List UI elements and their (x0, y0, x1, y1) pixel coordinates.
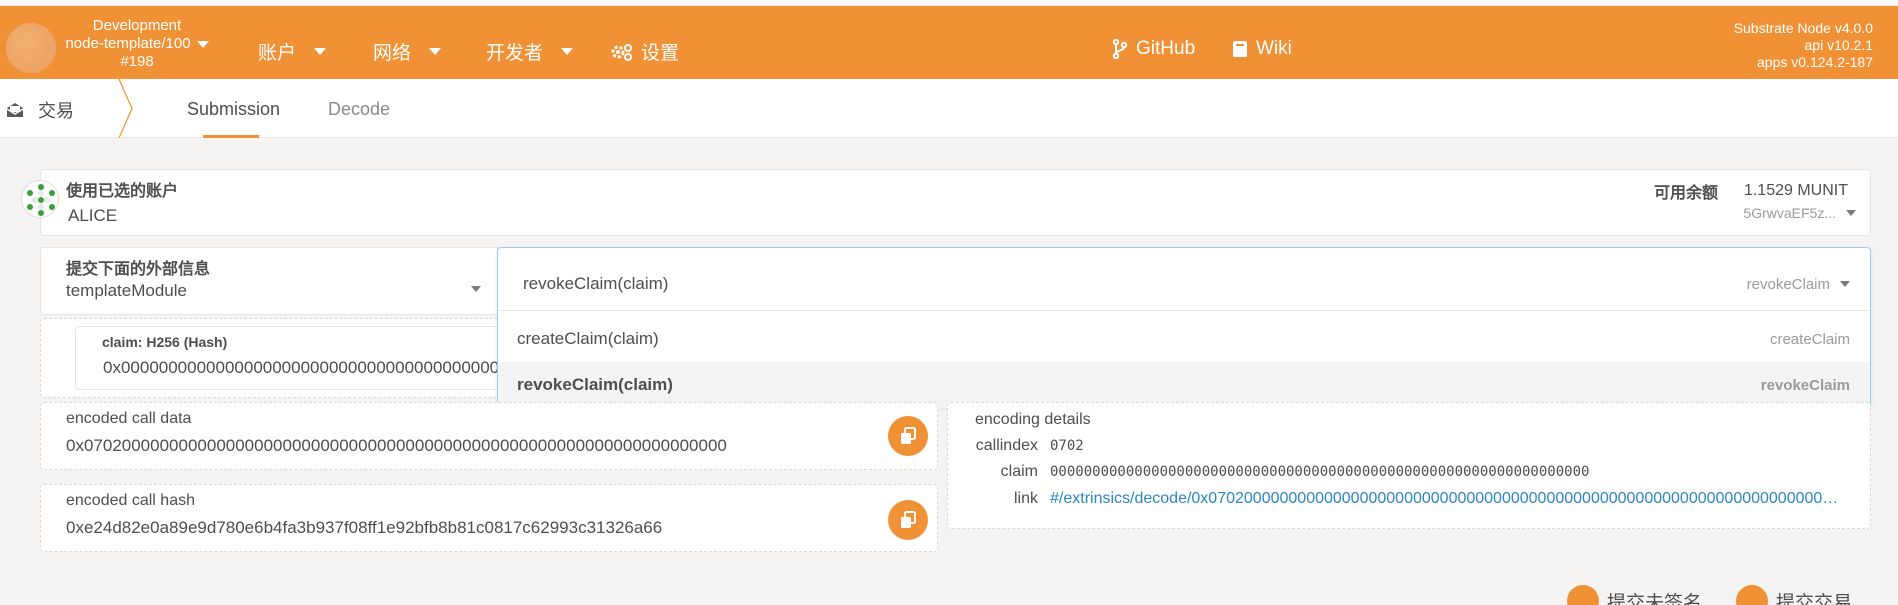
call-selected[interactable]: revokeClaim(claim) revokeClaim (498, 261, 1870, 307)
call-hash-value[interactable]: 0xe24d82e0a89e9d780e6b4fa3b937f08ff1e92b… (66, 518, 662, 538)
copy-call-hash-button[interactable] (888, 500, 928, 540)
callindex-value: 0702 (1050, 438, 1084, 454)
callindex-label: callindex (975, 437, 1038, 454)
nav-network-label: 网络 (373, 43, 412, 64)
app-title: 交易 (6, 97, 74, 123)
nav-developer[interactable]: 开发者 (486, 38, 574, 65)
call-selected-name-wrap: revokeClaim (1747, 276, 1850, 293)
submit-unsigned-button[interactable]: 提交未签名 (1567, 585, 1702, 605)
nav-accounts-label: 账户 (258, 43, 297, 64)
breadcrumb-separator (118, 79, 133, 138)
sign-in-icon (1736, 585, 1768, 605)
extrinsic-label: 提交下面的外部信息 (66, 261, 211, 278)
chevron-down-icon (471, 286, 481, 292)
params-container: claim: H256 (Hash) 0x0000000000000000000… (40, 318, 726, 398)
tab-decode[interactable]: Decode (328, 99, 390, 120)
option-name: revokeClaim (1760, 376, 1850, 394)
copy-icon (901, 427, 916, 444)
submit-transaction-label: 提交交易 (1776, 592, 1853, 605)
copy-call-data-button[interactable] (888, 416, 928, 456)
option-label: createClaim(claim) (517, 329, 659, 348)
chevron-down-icon (1840, 281, 1850, 287)
call-selected-name: revokeClaim (1746, 275, 1830, 293)
apps-version: apps v0.124.2-187 (1757, 54, 1873, 70)
module-selector[interactable]: 提交下面的外部信息 templateModule (40, 247, 500, 315)
tab-submission[interactable]: Submission (187, 99, 280, 120)
nav-settings[interactable]: 设置 (611, 38, 679, 65)
claim-param-label: claim: H256 (Hash) (102, 334, 228, 350)
account-identicon (21, 180, 59, 218)
chevron-down-icon (196, 40, 209, 48)
link-label: link (1013, 490, 1038, 507)
sign-in-icon (1567, 585, 1599, 605)
api-version: api v10.2.1 (1804, 37, 1874, 53)
chain-selector[interactable]: Development node-template/100 #198 (62, 17, 212, 71)
call-option-createclaim[interactable]: createClaim(claim) createClaim (498, 316, 1870, 362)
block-number: #198 (120, 53, 154, 70)
chevron-down-icon (314, 48, 327, 55)
top-header: Development node-template/100 #198 账户 网络… (0, 6, 1898, 79)
encoding-details-title: encoding details (975, 411, 1091, 428)
node-version: Substrate Node v4.0.0 (1733, 20, 1873, 36)
encoding-details: encoding details callindex 0702 claim 00… (947, 402, 1871, 529)
tab-bar: 交易 Submission Decode (0, 79, 1898, 138)
wiki-link[interactable]: Wiki (1232, 38, 1292, 60)
call-dropdown[interactable]: revokeClaim(claim) revokeClaim createCla… (497, 247, 1871, 408)
nav-developer-label: 开发者 (486, 43, 544, 64)
chain-logo[interactable] (6, 23, 56, 73)
code-branch-icon (1112, 39, 1128, 59)
call-selected-label: revokeClaim(claim) (523, 274, 669, 293)
wiki-label: Wiki (1256, 38, 1292, 59)
chevron-down-icon (429, 48, 442, 55)
option-name: createClaim (1769, 330, 1850, 348)
encoded-call-data: encoded call data 0x07020000000000000000… (40, 402, 938, 470)
claim-label: claim (1000, 463, 1038, 480)
submit-unsigned-label: 提交未签名 (1607, 592, 1703, 605)
account-selector[interactable]: 使用已选的账户 ALICE 可用余额 1.1529 MUNIT 5GrwvaEF… (40, 169, 1871, 236)
nav-settings-label: 设置 (641, 43, 680, 64)
account-label: 使用已选的账户 (66, 183, 179, 200)
encoded-call-hash: encoded call hash 0xe24d82e0a89e9d780e6b… (40, 484, 938, 552)
call-data-value[interactable]: 0x07020000000000000000000000000000000000… (66, 436, 727, 456)
gears-icon (611, 43, 632, 61)
call-hash-label: encoded call hash (66, 492, 195, 509)
app-title-label: 交易 (38, 101, 74, 121)
copy-icon (901, 511, 916, 528)
submit-transaction-button[interactable]: 提交交易 (1736, 585, 1852, 605)
decode-link[interactable]: #/extrinsics/decode/0x070200000000000000… (1050, 490, 1840, 508)
github-label: GitHub (1136, 38, 1196, 59)
option-label: revokeClaim(claim) (517, 375, 673, 394)
nav-accounts[interactable]: 账户 (258, 38, 327, 65)
encoding-row-claim: claim 0000000000000000000000000000000000… (948, 463, 1590, 481)
balance-value: 1.1529 MUNIT (1743, 182, 1848, 199)
account-address: 5GrwvaEF5z... (1743, 205, 1856, 221)
encoding-row-callindex: callindex 0702 (948, 437, 1084, 455)
balance-row: 可用余额 1.1529 MUNIT (1654, 179, 1848, 203)
chain-name: Development (92, 17, 182, 34)
active-tab-indicator (203, 135, 259, 138)
version-info: Substrate Node v4.0.0 api v10.2.1 apps v… (1734, 20, 1873, 71)
github-link[interactable]: GitHub (1112, 38, 1195, 60)
encoding-row-link: link #/extrinsics/decode/0x0702000000000… (948, 490, 1840, 508)
address-text: 5GrwvaEF5z... (1743, 205, 1836, 221)
nav-network[interactable]: 网络 (373, 38, 442, 65)
balance-label: 可用余额 (1653, 185, 1718, 202)
claim-input[interactable]: claim: H256 (Hash) 0x0000000000000000000… (75, 326, 726, 390)
call-data-label: encoded call data (66, 410, 192, 427)
account-name: ALICE (68, 206, 118, 225)
envelope-open-icon (6, 103, 24, 117)
chevron-down-icon (561, 48, 574, 55)
chevron-down-icon (1846, 210, 1856, 216)
divider (498, 310, 1870, 311)
claim-value: 0000000000000000000000000000000000000000… (1050, 464, 1590, 480)
module-value: templateModule (66, 281, 187, 300)
book-icon (1233, 41, 1247, 57)
node-name: node-template/100 (65, 35, 191, 52)
identicon-icon (27, 184, 55, 216)
